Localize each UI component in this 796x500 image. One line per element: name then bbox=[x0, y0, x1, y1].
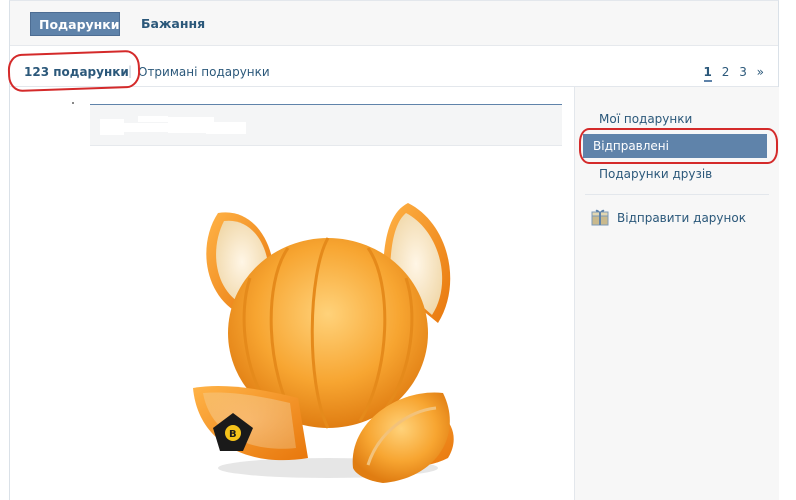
annotation-circle-sent bbox=[579, 128, 778, 164]
page-link-2[interactable]: 2 bbox=[722, 65, 730, 79]
next-page-link[interactable]: » bbox=[757, 65, 764, 79]
stray-dot bbox=[72, 102, 74, 104]
sidebar-divider bbox=[585, 194, 769, 195]
gift-box-icon bbox=[591, 209, 609, 226]
tab-wishes[interactable]: Бажання bbox=[133, 12, 213, 36]
sidebar-item-friends-gifts[interactable]: Подарунки друзів bbox=[589, 162, 712, 186]
tangerine-gift-image: B bbox=[193, 203, 454, 483]
redacted-sender-scribble bbox=[100, 116, 246, 135]
pagination: 1 2 3 » bbox=[698, 65, 764, 82]
gift-content-area: B bbox=[10, 87, 574, 500]
annotation-circle-count bbox=[7, 49, 141, 93]
svg-text:B: B bbox=[229, 429, 237, 440]
tab-gifts[interactable]: Подарунки bbox=[30, 12, 120, 36]
page-link-1[interactable]: 1 bbox=[703, 65, 712, 82]
gift-card-header bbox=[90, 105, 562, 146]
page-link-3[interactable]: 3 bbox=[739, 65, 747, 79]
send-gift-label: Відправити дарунок bbox=[617, 211, 746, 225]
received-gifts-link[interactable]: Отримані подарунки bbox=[138, 65, 270, 79]
top-tab-bar: Подарунки Бажання bbox=[10, 1, 778, 46]
